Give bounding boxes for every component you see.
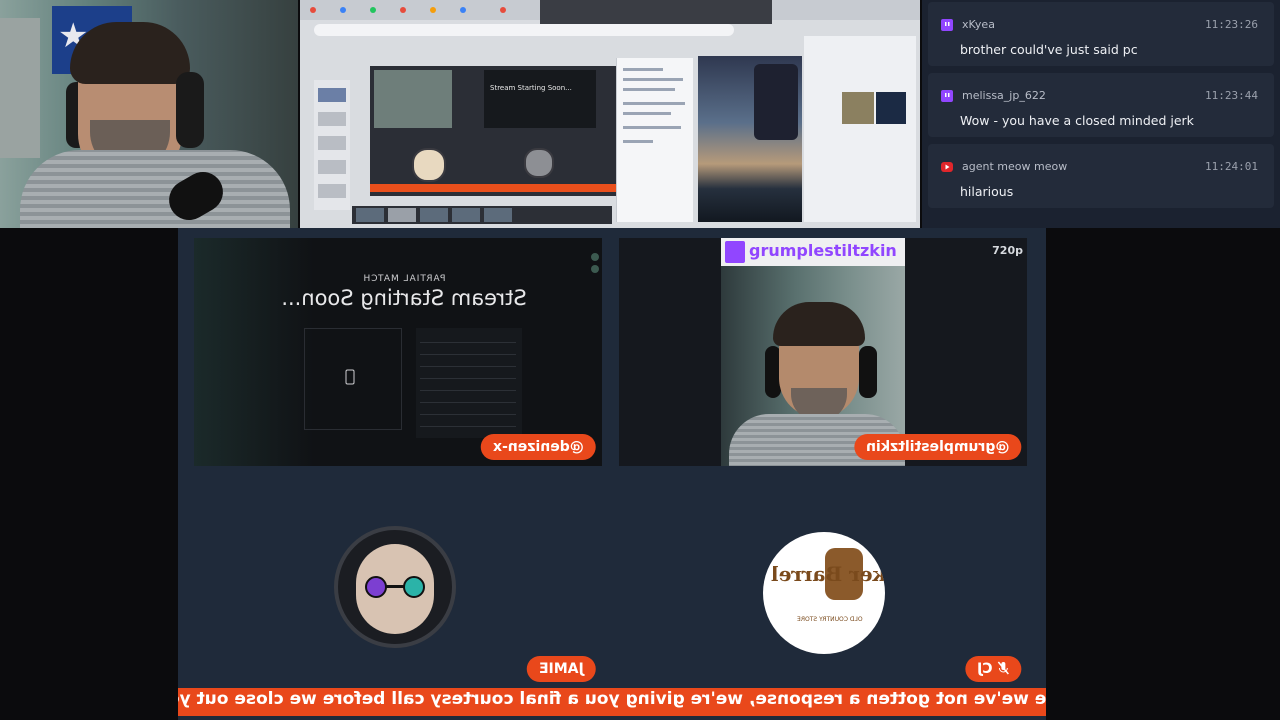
scene-thumb <box>318 160 346 174</box>
name-tag: @grumplestiltzkin <box>853 434 1021 460</box>
headset-right <box>176 72 204 148</box>
panel-line <box>623 68 663 71</box>
panel-line <box>623 102 685 105</box>
tab-favicon <box>310 7 316 13</box>
streamer-shirt <box>20 150 290 228</box>
chat-message: xKyea 11:23:26 brother could've just sai… <box>928 2 1274 66</box>
screen-player-list <box>416 328 522 438</box>
chat-panel: xKyea 11:23:26 brother could've just sai… <box>922 0 1280 228</box>
list-row <box>420 404 516 415</box>
tab-favicon <box>340 7 346 13</box>
participant-tile-denizen[interactable]: PARTIAL MATCH Stream Starting Soon... @d… <box>194 238 602 466</box>
address-bar <box>314 24 734 36</box>
scene-thumb <box>318 136 346 150</box>
twitch-banner: grumplestiltzkin <box>721 238 905 266</box>
overlapping-window-titlebar <box>540 0 772 24</box>
taskbar-thumb <box>420 208 448 222</box>
panel-line <box>623 140 653 143</box>
scene-thumb <box>318 112 346 126</box>
preview-avatar-cj <box>412 148 446 182</box>
screen-subtitle: PARTIAL MATCH <box>362 274 446 284</box>
participant-tile-jamie[interactable]: JAMIE <box>194 482 602 688</box>
list-row <box>420 392 516 403</box>
chat-timestamp: 11:24:01 <box>1205 160 1258 173</box>
chat-username: agent meow meow <box>962 160 1068 173</box>
image-thumbnail <box>842 92 874 124</box>
tab-favicon <box>460 7 466 13</box>
list-row <box>420 356 516 367</box>
tab-favicon <box>400 7 406 13</box>
chat-username: xKyea <box>962 18 995 31</box>
tile-glow <box>194 238 314 466</box>
image-thumbnail <box>876 92 906 124</box>
tab-favicon <box>430 7 436 13</box>
panel-line <box>623 78 683 81</box>
phone-mockup <box>754 64 798 140</box>
phone-icon <box>345 369 355 385</box>
scene-list-panel <box>314 80 350 210</box>
meeting-grid: PARTIAL MATCH Stream Starting Soon... @d… <box>178 228 1046 720</box>
youtube-icon <box>941 162 953 172</box>
chat-message: agent meow meow 11:24:01 hilarious <box>928 144 1274 208</box>
list-row <box>420 380 516 391</box>
chat-username: melissa_jp_622 <box>962 89 1046 102</box>
glasses-icon <box>365 576 425 598</box>
chat-message: melissa_jp_622 11:23:44 Wow - you have a… <box>928 73 1274 137</box>
taskbar-thumb <box>388 208 416 222</box>
preview-tile-webcam <box>374 70 452 128</box>
twitch-logo-icon <box>725 241 745 263</box>
taskbar-thumb <box>356 208 384 222</box>
name-tag: @denizen-x <box>481 434 596 460</box>
streamer-hair <box>70 22 190 84</box>
list-row <box>420 416 516 427</box>
ticker-track: e we've not gotten a response, we're giv… <box>178 688 1046 716</box>
name-tag-label: CJ <box>976 661 993 677</box>
logo-subtext: OLD COUNTRY STORE <box>797 616 863 623</box>
taskbar-thumb <box>484 208 512 222</box>
twitch-icon <box>941 19 953 31</box>
twitch-banner-name: grumplestiltzkin <box>749 241 897 260</box>
tab-favicon <box>370 7 376 13</box>
panel-line <box>623 126 681 129</box>
chat-timestamp: 11:23:26 <box>1205 18 1258 31</box>
logo-text: Cracker Barrel <box>771 562 885 586</box>
avatar <box>334 526 456 648</box>
list-row <box>420 368 516 379</box>
chat-text: Wow - you have a closed minded jerk <box>960 113 1194 128</box>
desktop-capture: Stream Starting Soon... <box>300 0 920 228</box>
status-dots-icon <box>591 253 599 273</box>
chat-text: hilarious <box>960 184 1014 199</box>
scene-thumb <box>318 88 346 102</box>
mic-muted-icon <box>997 661 1009 675</box>
resolution-badge: 720p <box>992 244 1023 257</box>
taskbar-strip <box>352 206 612 224</box>
name-tag: JAMIE <box>527 656 596 682</box>
tab-favicon <box>500 7 506 13</box>
settings-panel <box>616 58 693 222</box>
list-row <box>420 344 516 355</box>
participant-tile-cj[interactable]: Cracker Barrel OLD COUNTRY STORE CJ <box>619 482 1027 688</box>
panel-line <box>623 88 675 91</box>
webcam-shelf <box>0 18 40 158</box>
screen-title: Stream Starting Soon... <box>281 286 527 310</box>
screen-box <box>304 328 402 430</box>
ticker-text: e we've not gotten a response, we're giv… <box>178 689 1046 709</box>
panel-line <box>623 112 671 115</box>
participant-tile-grumplestiltzkin[interactable]: grumplestiltzkin 720p @grumplestiltzkin <box>619 238 1027 466</box>
file-explorer-window <box>804 36 916 222</box>
streamer-webcam: ★ <box>0 0 298 228</box>
preview-title: Stream Starting Soon... <box>490 84 572 92</box>
preview-tile-screen: Stream Starting Soon... <box>484 70 596 128</box>
avatar: Cracker Barrel OLD COUNTRY STORE <box>763 532 885 654</box>
headset-right <box>859 346 877 398</box>
list-row <box>420 332 516 343</box>
name-tag: CJ <box>964 656 1021 682</box>
taskbar-thumb <box>452 208 480 222</box>
twitch-icon <box>941 90 953 102</box>
scrolling-ticker: e we've not gotten a response, we're giv… <box>178 688 1046 716</box>
chat-timestamp: 11:23:44 <box>1205 89 1258 102</box>
scene-thumb <box>318 184 346 198</box>
chat-text: brother could've just said pc <box>960 42 1138 57</box>
preview-avatar-jamie <box>524 148 554 178</box>
